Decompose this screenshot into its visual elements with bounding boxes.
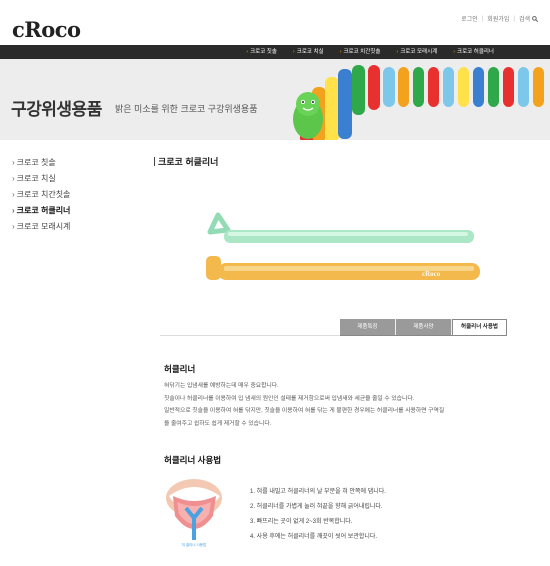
nav-bullet: › (396, 49, 399, 55)
nav-item-tongue-cleaner[interactable]: › 크로코 허클리너 (445, 45, 502, 59)
sidebar-item-floss[interactable]: › 크로코 치실 (12, 171, 132, 187)
separator: | (481, 15, 484, 22)
sidebar-item-tongue-cleaner[interactable]: › 크로코 허클리너 (12, 203, 132, 219)
description-line: 칫솔이나 허클리너를 이용하여 입 냄새의 원인인 설태를 제거함으로써 입냄새… (164, 395, 415, 402)
sidebar-item-label: 크로코 칫솔 (16, 158, 56, 167)
page-title-text: 크로코 허클리너 (158, 157, 219, 167)
usage-step: 2. 허클리너를 가볍게 눌러 혀끝을 향해 긁어내립니다. (250, 504, 383, 510)
tab-usage[interactable]: 허클리너 사용법 (452, 319, 507, 335)
caret-icon: › (12, 190, 15, 199)
sidebar-item-label: 크로코 모래시계 (16, 222, 71, 231)
tab-features[interactable]: 제품특징 (340, 319, 396, 335)
section-description: 혀닦기는 입냄새를 예방하는데 매우 중요합니다. 칫솔이나 허클리너를 이용하… (164, 380, 514, 430)
usage-heading: 허클리너 사용법 (164, 455, 222, 465)
tongue-illustration: 혀 클리너 사용법 (166, 479, 222, 547)
separator: | (513, 15, 515, 22)
usage-steps: 1. 혀를 내밀고 허클리너의 날 부분을 혀 안쪽에 댑니다. 2. 허클리너… (250, 485, 386, 545)
caret-icon: › (12, 206, 15, 215)
nav-item-label: 크로코 칫솔 (250, 49, 277, 55)
search-label: 검색 (518, 17, 530, 23)
banner-subtitle: 밝은 미소를 위한 크로코 구강위생용품 (115, 104, 258, 114)
sidebar-item-toothbrush[interactable]: › 크로코 칫솔 (12, 155, 132, 171)
login-link[interactable]: 로그인 (461, 14, 478, 23)
caret-icon: › (12, 158, 15, 167)
tab-specs[interactable]: 제품사양 (396, 319, 452, 335)
sidebar-item-label: 크로코 허클리너 (16, 206, 71, 215)
usage-step: 3. 빠뜨리는 곳이 없게 2~3회 반복합니다. (250, 519, 353, 525)
sidebar-item-label: 크로코 치실 (16, 174, 56, 183)
nav-item-sandglass[interactable]: › 크로코 모래시계 (388, 45, 445, 59)
caret-icon: › (12, 222, 15, 231)
signup-link[interactable]: 회원가입 (487, 14, 509, 23)
nav-item-label: 크로코 모래시계 (400, 49, 438, 55)
usage-step: 1. 혀를 내밀고 허클리너의 날 부분을 혀 안쪽에 댑니다. (250, 489, 386, 495)
tongue-cleaner-product-image: cRoco (206, 212, 480, 280)
search-link[interactable]: 검색 (519, 14, 538, 23)
sidebar-item-sandglass[interactable]: › 크로코 모래시계 (12, 219, 132, 235)
banner-title: 구강위생용품 (11, 100, 102, 119)
nav-item-interdental[interactable]: › 크로코 치간칫솔 (332, 45, 389, 59)
sidebar-item-interdental[interactable]: › 크로코 치간칫솔 (12, 187, 132, 203)
nav-item-label: 크로코 허클리너 (457, 49, 494, 55)
tab-bar: 제품특징 제품사양 허클리너 사용법 (340, 319, 507, 336)
title-bar (154, 157, 155, 166)
description-line: 일반적으로 칫솔을 이용하여 혀를 닦지만, 칫솔을 이용하여 혀를 닦는 게 … (164, 408, 445, 414)
utility-links: 로그인 | 회원가입 | 검색 (461, 14, 538, 23)
nav-bullet: › (246, 49, 249, 55)
image-caption: 혀 클리너 사용법 (182, 542, 207, 547)
usage-step: 4. 사용 후에는 허클리너를 깨끗이 씻어 보관합니다. (250, 534, 378, 540)
mascot-icon (293, 92, 323, 139)
site-logo[interactable]: cRoco (12, 17, 81, 42)
sidebar-item-label: 크로코 치간칫솔 (16, 190, 71, 199)
nav-bullet: › (453, 49, 456, 55)
nav-item-label: 크로코 치실 (296, 49, 324, 55)
search-icon (532, 15, 538, 22)
caret-icon: › (12, 174, 15, 183)
main-nav: › 크로코 칫솔 › 크로코 치실 › 크로코 치간칫솔 › 크로코 모래시계 › 크로코… (0, 45, 550, 59)
sidebar-menu: › 크로코 칫솔 › 크로코 치실 › 크로코 치간칫솔 › 크로코 허클리너 › 크로코… (12, 155, 132, 235)
description-line: 혀닦기는 입냄새를 예방하는데 매우 중요합니다. (164, 383, 279, 389)
nav-bullet: › (339, 49, 342, 55)
page-title: 크로코 허클리너 (154, 155, 218, 168)
nav-item-label: 크로코 치간칫솔 (343, 49, 381, 55)
section-heading: 허클리너 (164, 364, 196, 374)
description-line: 을 줄여주고 쉽하도 쉽게 제거할 수 있습니다. (164, 420, 272, 427)
nav-bullet: › (292, 49, 295, 55)
nav-item-floss[interactable]: › 크로코 치실 (285, 45, 332, 59)
product-brand: cRoco (422, 270, 441, 278)
nav-item-toothbrush[interactable]: › 크로코 칫솔 (238, 45, 285, 59)
toothbrush-lineup-image (293, 65, 544, 140)
hero-banner: 구강위생용품 밝은 미소를 위한 크로코 구강위생용품 (0, 59, 550, 140)
